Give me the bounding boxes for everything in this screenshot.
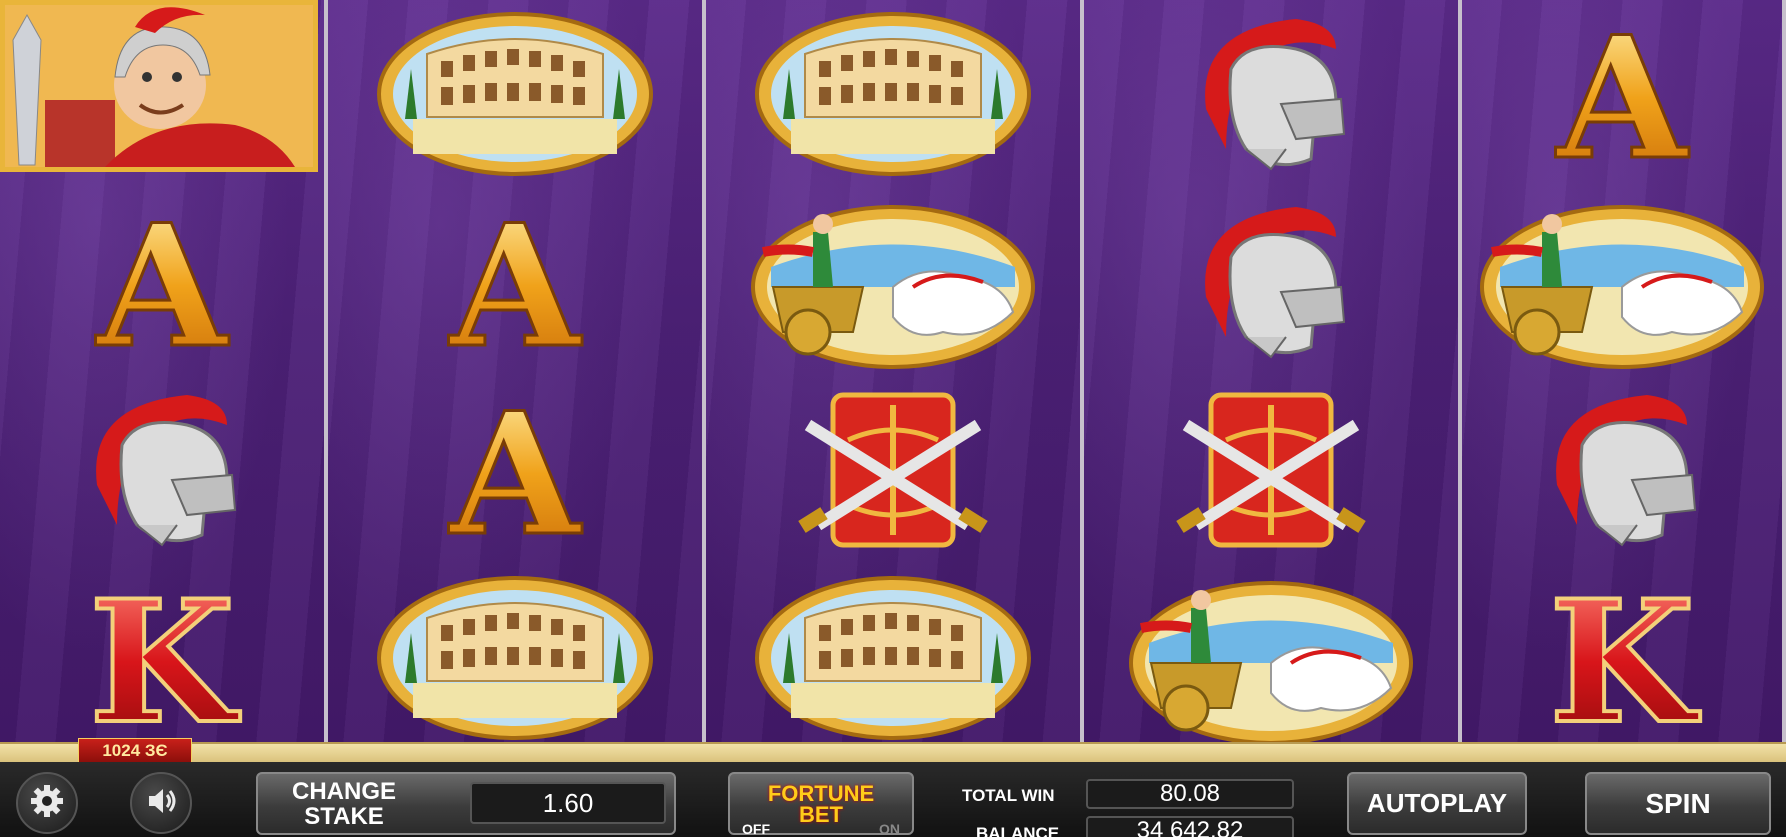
- gear-icon: [29, 783, 65, 824]
- symbol-helmet: [1084, 0, 1458, 188]
- autoplay-button[interactable]: AUTOPLAY: [1347, 772, 1527, 835]
- symbol-chariot: [706, 188, 1080, 376]
- change-stake-label: CHANGE STAKE: [292, 779, 396, 829]
- symbol-chariot: [1462, 188, 1782, 376]
- symbol-colosseum: [328, 0, 702, 188]
- speaker-icon: [143, 783, 179, 824]
- symbol-chariot: [1084, 564, 1458, 752]
- symbol-colosseum: [706, 0, 1080, 188]
- stake-value-display: 1.60: [470, 782, 666, 824]
- symbol-colosseum: [706, 564, 1080, 752]
- change-stake-line2: STAKE: [304, 802, 384, 830]
- balance-value: 34 642.82: [1086, 816, 1294, 837]
- fortune-on-label: ON: [879, 821, 900, 837]
- symbol-letter-a: A: [328, 188, 702, 376]
- svg-text:K: K: [1549, 583, 1701, 733]
- slot-game: AKAAAK 1024 ЗЄ CHANGE STAKE 1.60 FORTUNE…: [0, 0, 1786, 837]
- reel-2: AA: [328, 0, 706, 742]
- symbol-colosseum: [328, 564, 702, 752]
- symbol-letter-a: A: [1462, 0, 1782, 188]
- fortune-bet-toggle[interactable]: FORTUNE BET OFF ON: [728, 772, 914, 837]
- sound-button[interactable]: [130, 772, 192, 834]
- svg-text:A: A: [95, 207, 230, 357]
- fortune-bet-subtitle: BET: [799, 801, 843, 827]
- settings-button[interactable]: [16, 772, 78, 834]
- reel-4: [1084, 0, 1462, 745]
- svg-text:A: A: [1555, 19, 1690, 169]
- total-win-label: TOTAL WIN: [962, 786, 1055, 805]
- reel-3: [706, 0, 1084, 742]
- symbol-letter-a: A: [0, 188, 324, 376]
- symbol-letter-a: A: [328, 376, 702, 564]
- ways-badge: 1024 ЗЄ: [78, 738, 192, 764]
- reel-5: AK: [1462, 0, 1786, 742]
- presenter-portrait: [0, 0, 318, 172]
- symbol-shield: [706, 376, 1080, 564]
- spin-button[interactable]: SPIN: [1585, 772, 1771, 835]
- symbol-helmet: [1462, 376, 1782, 564]
- svg-text:K: K: [89, 583, 241, 733]
- symbol-helmet: [0, 376, 324, 564]
- svg-text:A: A: [448, 395, 583, 545]
- ground-strip: [0, 742, 1786, 764]
- symbol-helmet: [1084, 188, 1458, 376]
- total-win-value: 80.08: [1086, 779, 1294, 809]
- change-stake-line1: CHANGE: [292, 777, 397, 805]
- symbol-letter-k: K: [0, 564, 324, 752]
- symbol-letter-k: K: [1462, 564, 1782, 752]
- balance-label: BALANCE: [976, 824, 1060, 837]
- svg-text:A: A: [448, 207, 583, 357]
- fortune-off-label: OFF: [742, 821, 770, 837]
- symbol-shield: [1084, 376, 1458, 564]
- control-bar: CHANGE STAKE 1.60 FORTUNE BET OFF ON TOT…: [0, 762, 1786, 837]
